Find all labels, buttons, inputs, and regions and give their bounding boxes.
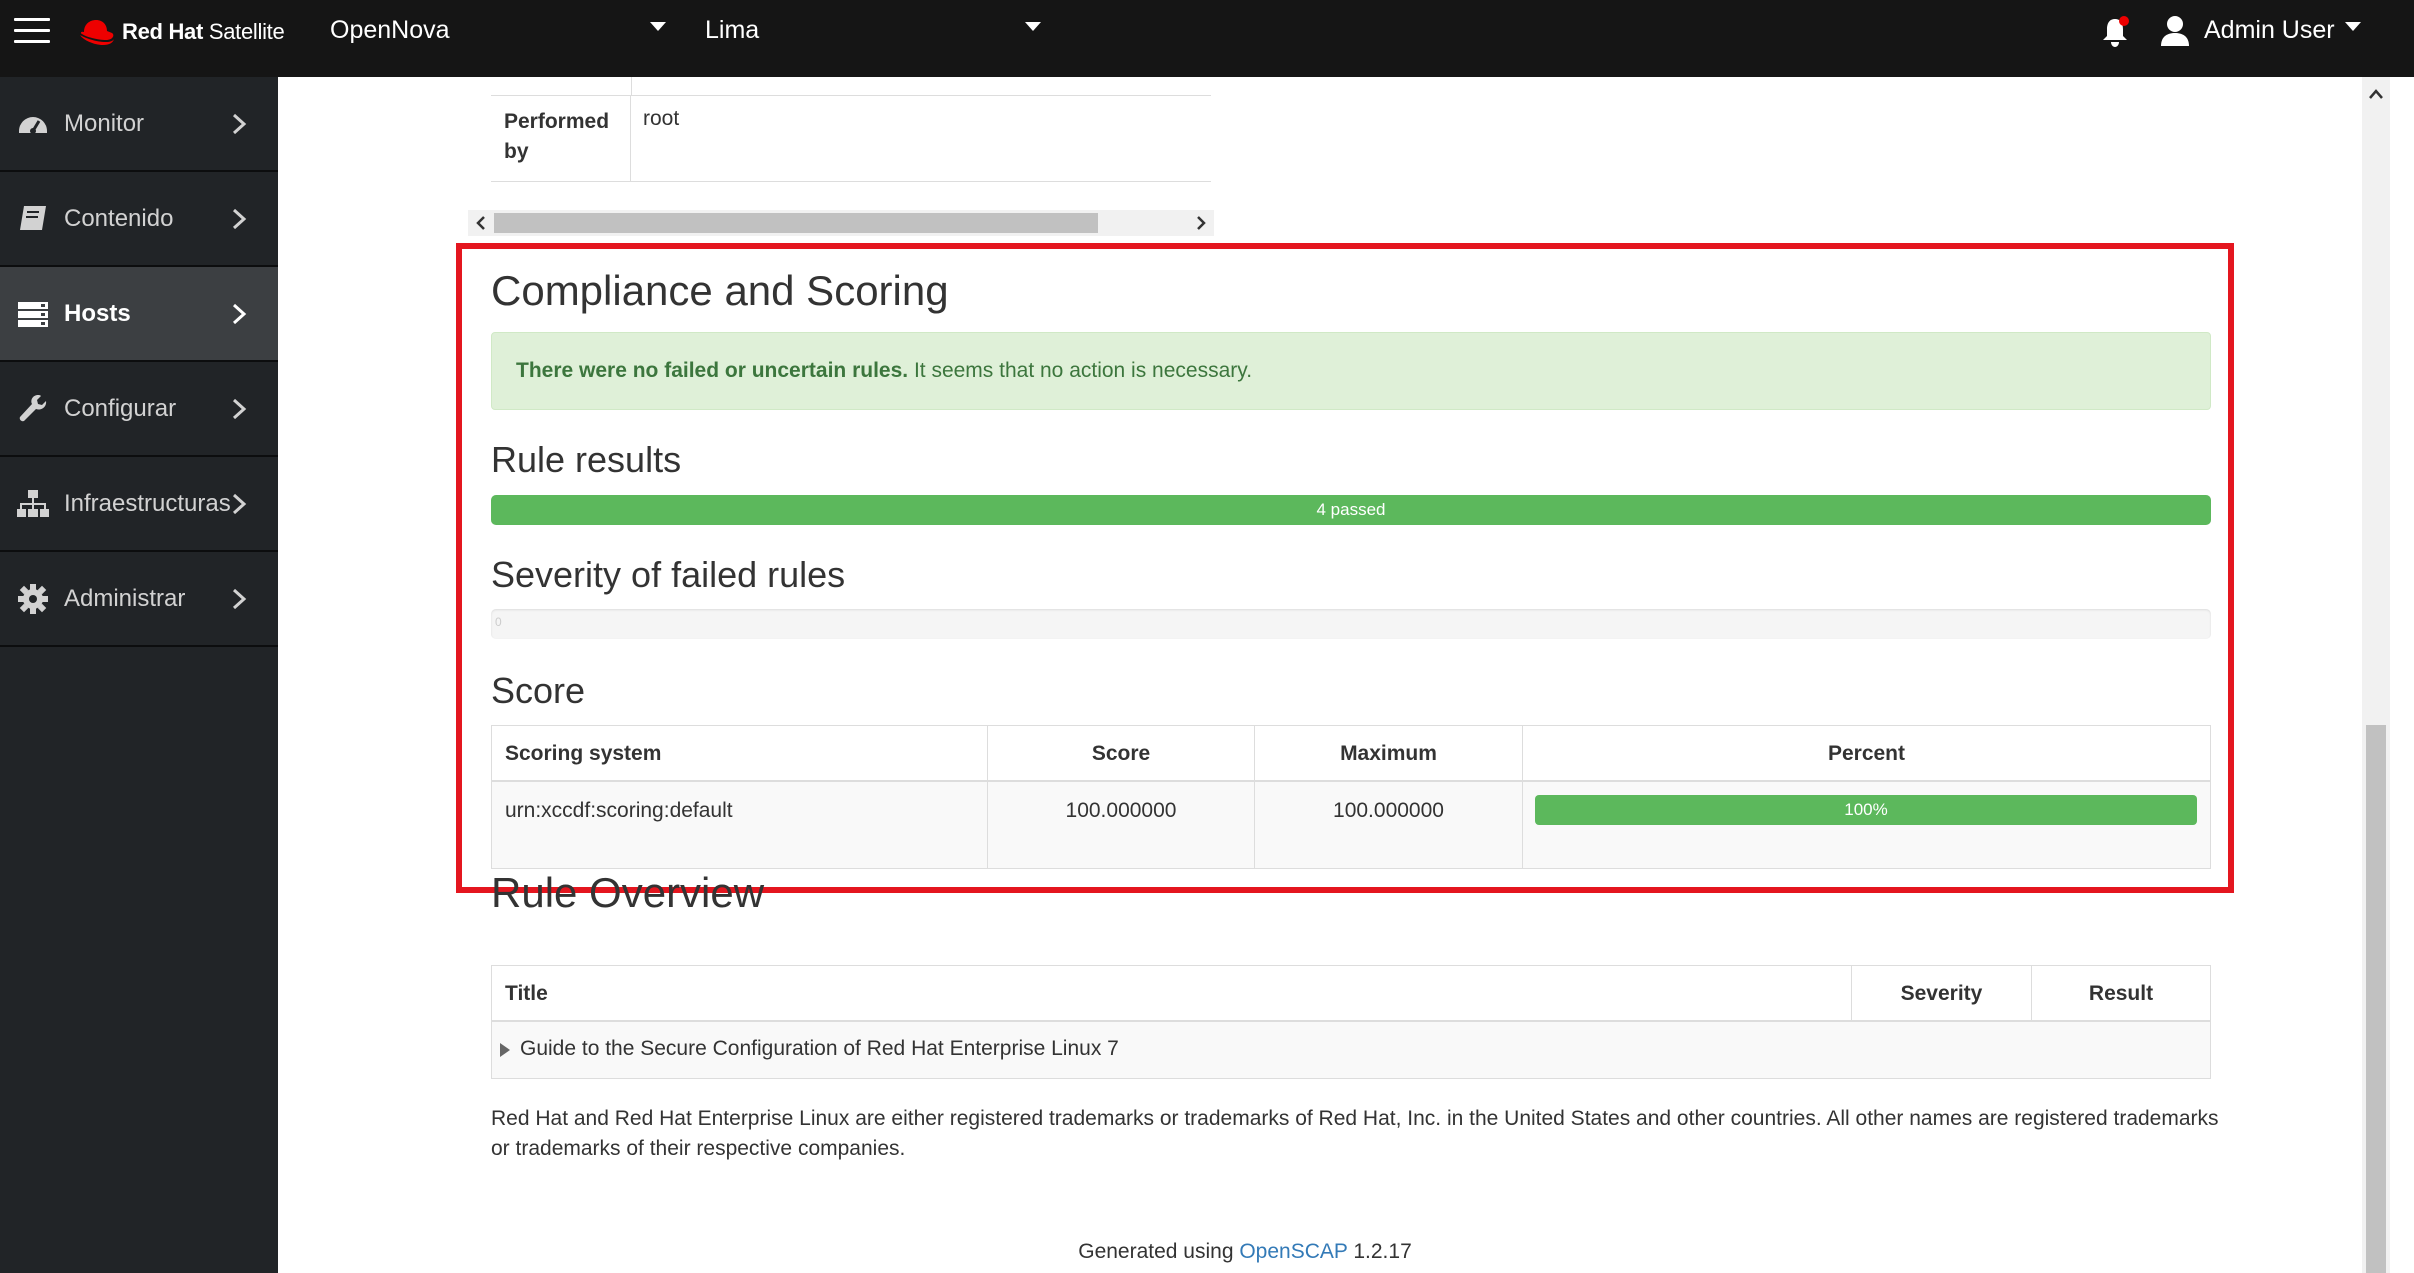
horizontal-scrollbar[interactable] xyxy=(468,210,1214,236)
column-header: Maximum xyxy=(1255,726,1523,780)
column-header: Scoring system xyxy=(492,726,988,780)
column-header: Score xyxy=(988,726,1255,780)
sidebar-item-contenido[interactable]: Contenido xyxy=(0,172,278,267)
table-row[interactable]: Guide to the Secure Configuration of Red… xyxy=(492,1022,2210,1078)
location-selector[interactable]: Lima xyxy=(705,14,759,46)
performed-by-label: Performed by xyxy=(491,95,631,182)
wrench-icon xyxy=(19,394,47,421)
user-menu-caret-icon[interactable] xyxy=(2345,22,2361,31)
sidebar-item-label: Hosts xyxy=(64,299,131,327)
chevron-right-icon xyxy=(232,398,247,419)
scroll-right-icon[interactable] xyxy=(1192,214,1210,232)
chevron-right-icon xyxy=(232,303,247,324)
performed-by-value: root xyxy=(643,107,680,130)
alert-bold-text: There were no failed or uncertain rules. xyxy=(516,359,909,382)
severity-heading: Severity of failed rules xyxy=(491,554,846,595)
location-caret-icon[interactable] xyxy=(1025,22,1041,31)
notifications-bell-icon[interactable] xyxy=(2100,16,2130,48)
chevron-right-icon xyxy=(232,588,247,609)
openscap-link[interactable]: OpenSCAP xyxy=(1239,1240,1347,1263)
vertical-scrollbar-thumb[interactable] xyxy=(2366,725,2386,1273)
network-icon xyxy=(17,489,49,517)
sidebar-item-label: Configurar xyxy=(64,394,177,422)
passed-bar: 4 passed xyxy=(491,495,2211,525)
vertical-scrollbar[interactable] xyxy=(2362,77,2390,1273)
sidebar: Monitor Contenido Hosts Configurar Infra… xyxy=(0,77,278,1273)
percent-bar: 100% xyxy=(1535,795,2197,825)
red-hat-logo-icon xyxy=(80,20,114,45)
report-content: Performed by root Compliance and Scoring… xyxy=(278,77,2414,1273)
rule-results-progress: 4 passed xyxy=(491,495,2211,525)
chevron-right-icon xyxy=(232,208,247,229)
score-table: Scoring system Score Maximum Percent urn… xyxy=(491,725,2211,869)
severity-progress: 0 xyxy=(491,609,2211,639)
rule-overview-table: Title Severity Result Guide to the Secur… xyxy=(491,965,2211,1079)
column-header: Title xyxy=(492,966,1852,1022)
brand-text: Red Hat Satellite xyxy=(122,19,285,44)
scroll-up-icon[interactable] xyxy=(2366,85,2386,103)
user-avatar-icon[interactable] xyxy=(2160,14,2190,48)
expand-triangle-icon[interactable] xyxy=(500,1043,510,1057)
compliance-heading: Compliance and Scoring xyxy=(491,267,949,314)
book-icon xyxy=(20,205,46,230)
gear-icon xyxy=(18,583,48,614)
evaluation-characteristics-table: Performed by root xyxy=(491,77,1211,182)
trademark-notice: Red Hat and Red Hat Enterprise Linux are… xyxy=(491,1107,2219,1160)
success-alert: There were no failed or uncertain rules.… xyxy=(491,332,2211,410)
table-row: urn:xccdf:scoring:default 100.000000 100… xyxy=(492,782,2210,868)
rule-group-title[interactable]: Guide to the Secure Configuration of Red… xyxy=(520,1037,1119,1061)
organization-selector[interactable]: OpenNova xyxy=(330,14,450,46)
brand-logo[interactable]: Red Hat Satellite xyxy=(76,14,285,50)
sidebar-item-label: Administrar xyxy=(64,584,186,612)
rule-results-heading: Rule results xyxy=(491,439,682,480)
organization-caret-icon[interactable] xyxy=(650,22,666,31)
chevron-right-icon xyxy=(232,493,247,514)
sidebar-item-configurar[interactable]: Configurar xyxy=(0,362,278,457)
alert-text: It seems that no action is necessary. xyxy=(908,359,1253,382)
table-header-row: Scoring system Score Maximum Percent xyxy=(492,726,2210,782)
scroll-left-icon[interactable] xyxy=(472,214,490,232)
sidebar-item-label: Infraestructuras xyxy=(64,489,231,517)
maximum-cell: 100.000000 xyxy=(1255,782,1523,868)
horizontal-scrollbar-thumb[interactable] xyxy=(494,213,1098,233)
sidebar-item-label: Contenido xyxy=(64,204,174,232)
score-heading: Score xyxy=(491,670,586,711)
sidebar-item-administrar[interactable]: Administrar xyxy=(0,552,278,647)
sidebar-item-hosts[interactable]: Hosts xyxy=(0,267,278,362)
server-icon xyxy=(18,301,48,327)
sidebar-item-label: Monitor xyxy=(64,109,145,137)
user-menu[interactable]: Admin User xyxy=(2204,14,2335,46)
column-header: Result xyxy=(2088,982,2154,1005)
percent-cell: 100% xyxy=(1523,782,2210,868)
top-navigation-bar: Red Hat Satellite OpenNova Lima Admin Us… xyxy=(0,0,2414,77)
table-header-row: Title Severity Result xyxy=(492,966,2210,1022)
severity-empty-label: 0 xyxy=(495,615,502,629)
hamburger-menu-icon[interactable] xyxy=(14,18,50,46)
score-cell: 100.000000 xyxy=(988,782,1255,868)
chevron-right-icon xyxy=(232,113,247,134)
column-header: Percent xyxy=(1827,742,1906,765)
rule-overview-heading: Rule Overview xyxy=(491,869,765,916)
generated-by: Generated using OpenSCAP 1.2.17 xyxy=(1078,1240,1412,1263)
sidebar-item-infraestructuras[interactable]: Infraestructuras xyxy=(0,457,278,552)
scoring-system-cell: urn:xccdf:scoring:default xyxy=(492,782,988,868)
column-header: Severity xyxy=(1852,966,2032,1022)
dashboard-icon xyxy=(19,116,47,134)
sidebar-item-monitor[interactable]: Monitor xyxy=(0,77,278,172)
